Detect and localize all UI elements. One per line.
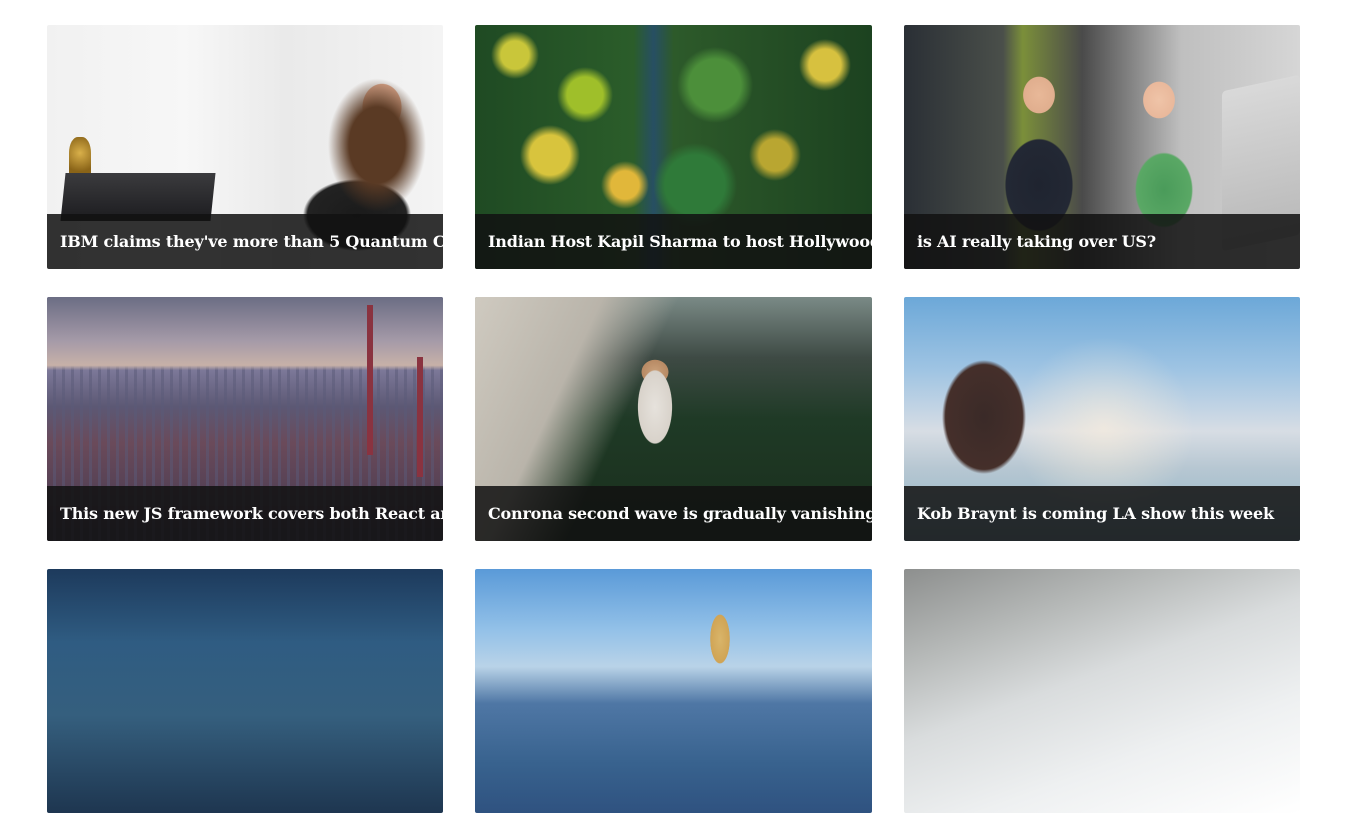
news-card[interactable]: is AI really taking over US? (904, 25, 1300, 269)
news-card[interactable]: Indian Host Kapil Sharma to host Hollywo… (475, 25, 872, 269)
card-image (904, 569, 1300, 813)
card-caption[interactable]: Conrona second wave is gradually vanishi… (475, 486, 872, 541)
crane-decor (367, 305, 373, 455)
news-card[interactable] (904, 569, 1300, 813)
card-caption[interactable]: This new JS framework covers both React … (47, 486, 443, 541)
crane-decor (417, 357, 423, 477)
card-caption[interactable]: Indian Host Kapil Sharma to host Hollywo… (475, 214, 872, 269)
statue-decor (69, 137, 91, 177)
card-image (475, 569, 872, 813)
news-card-grid: IBM claims they've more than 5 Quantum C… (47, 25, 1300, 813)
news-card[interactable]: IBM claims they've more than 5 Quantum C… (47, 25, 443, 269)
card-caption[interactable]: Kob Braynt is coming LA show this week (904, 486, 1300, 541)
news-card[interactable]: Conrona second wave is gradually vanishi… (475, 297, 872, 541)
card-caption[interactable]: is AI really taking over US? (904, 214, 1300, 269)
card-caption[interactable]: IBM claims they've more than 5 Quantum C… (47, 214, 443, 269)
news-card[interactable]: This new JS framework covers both React … (47, 297, 443, 541)
news-card[interactable] (475, 569, 872, 813)
news-card[interactable] (47, 569, 443, 813)
card-image (47, 569, 443, 813)
news-card[interactable]: Kob Braynt is coming LA show this week (904, 297, 1300, 541)
